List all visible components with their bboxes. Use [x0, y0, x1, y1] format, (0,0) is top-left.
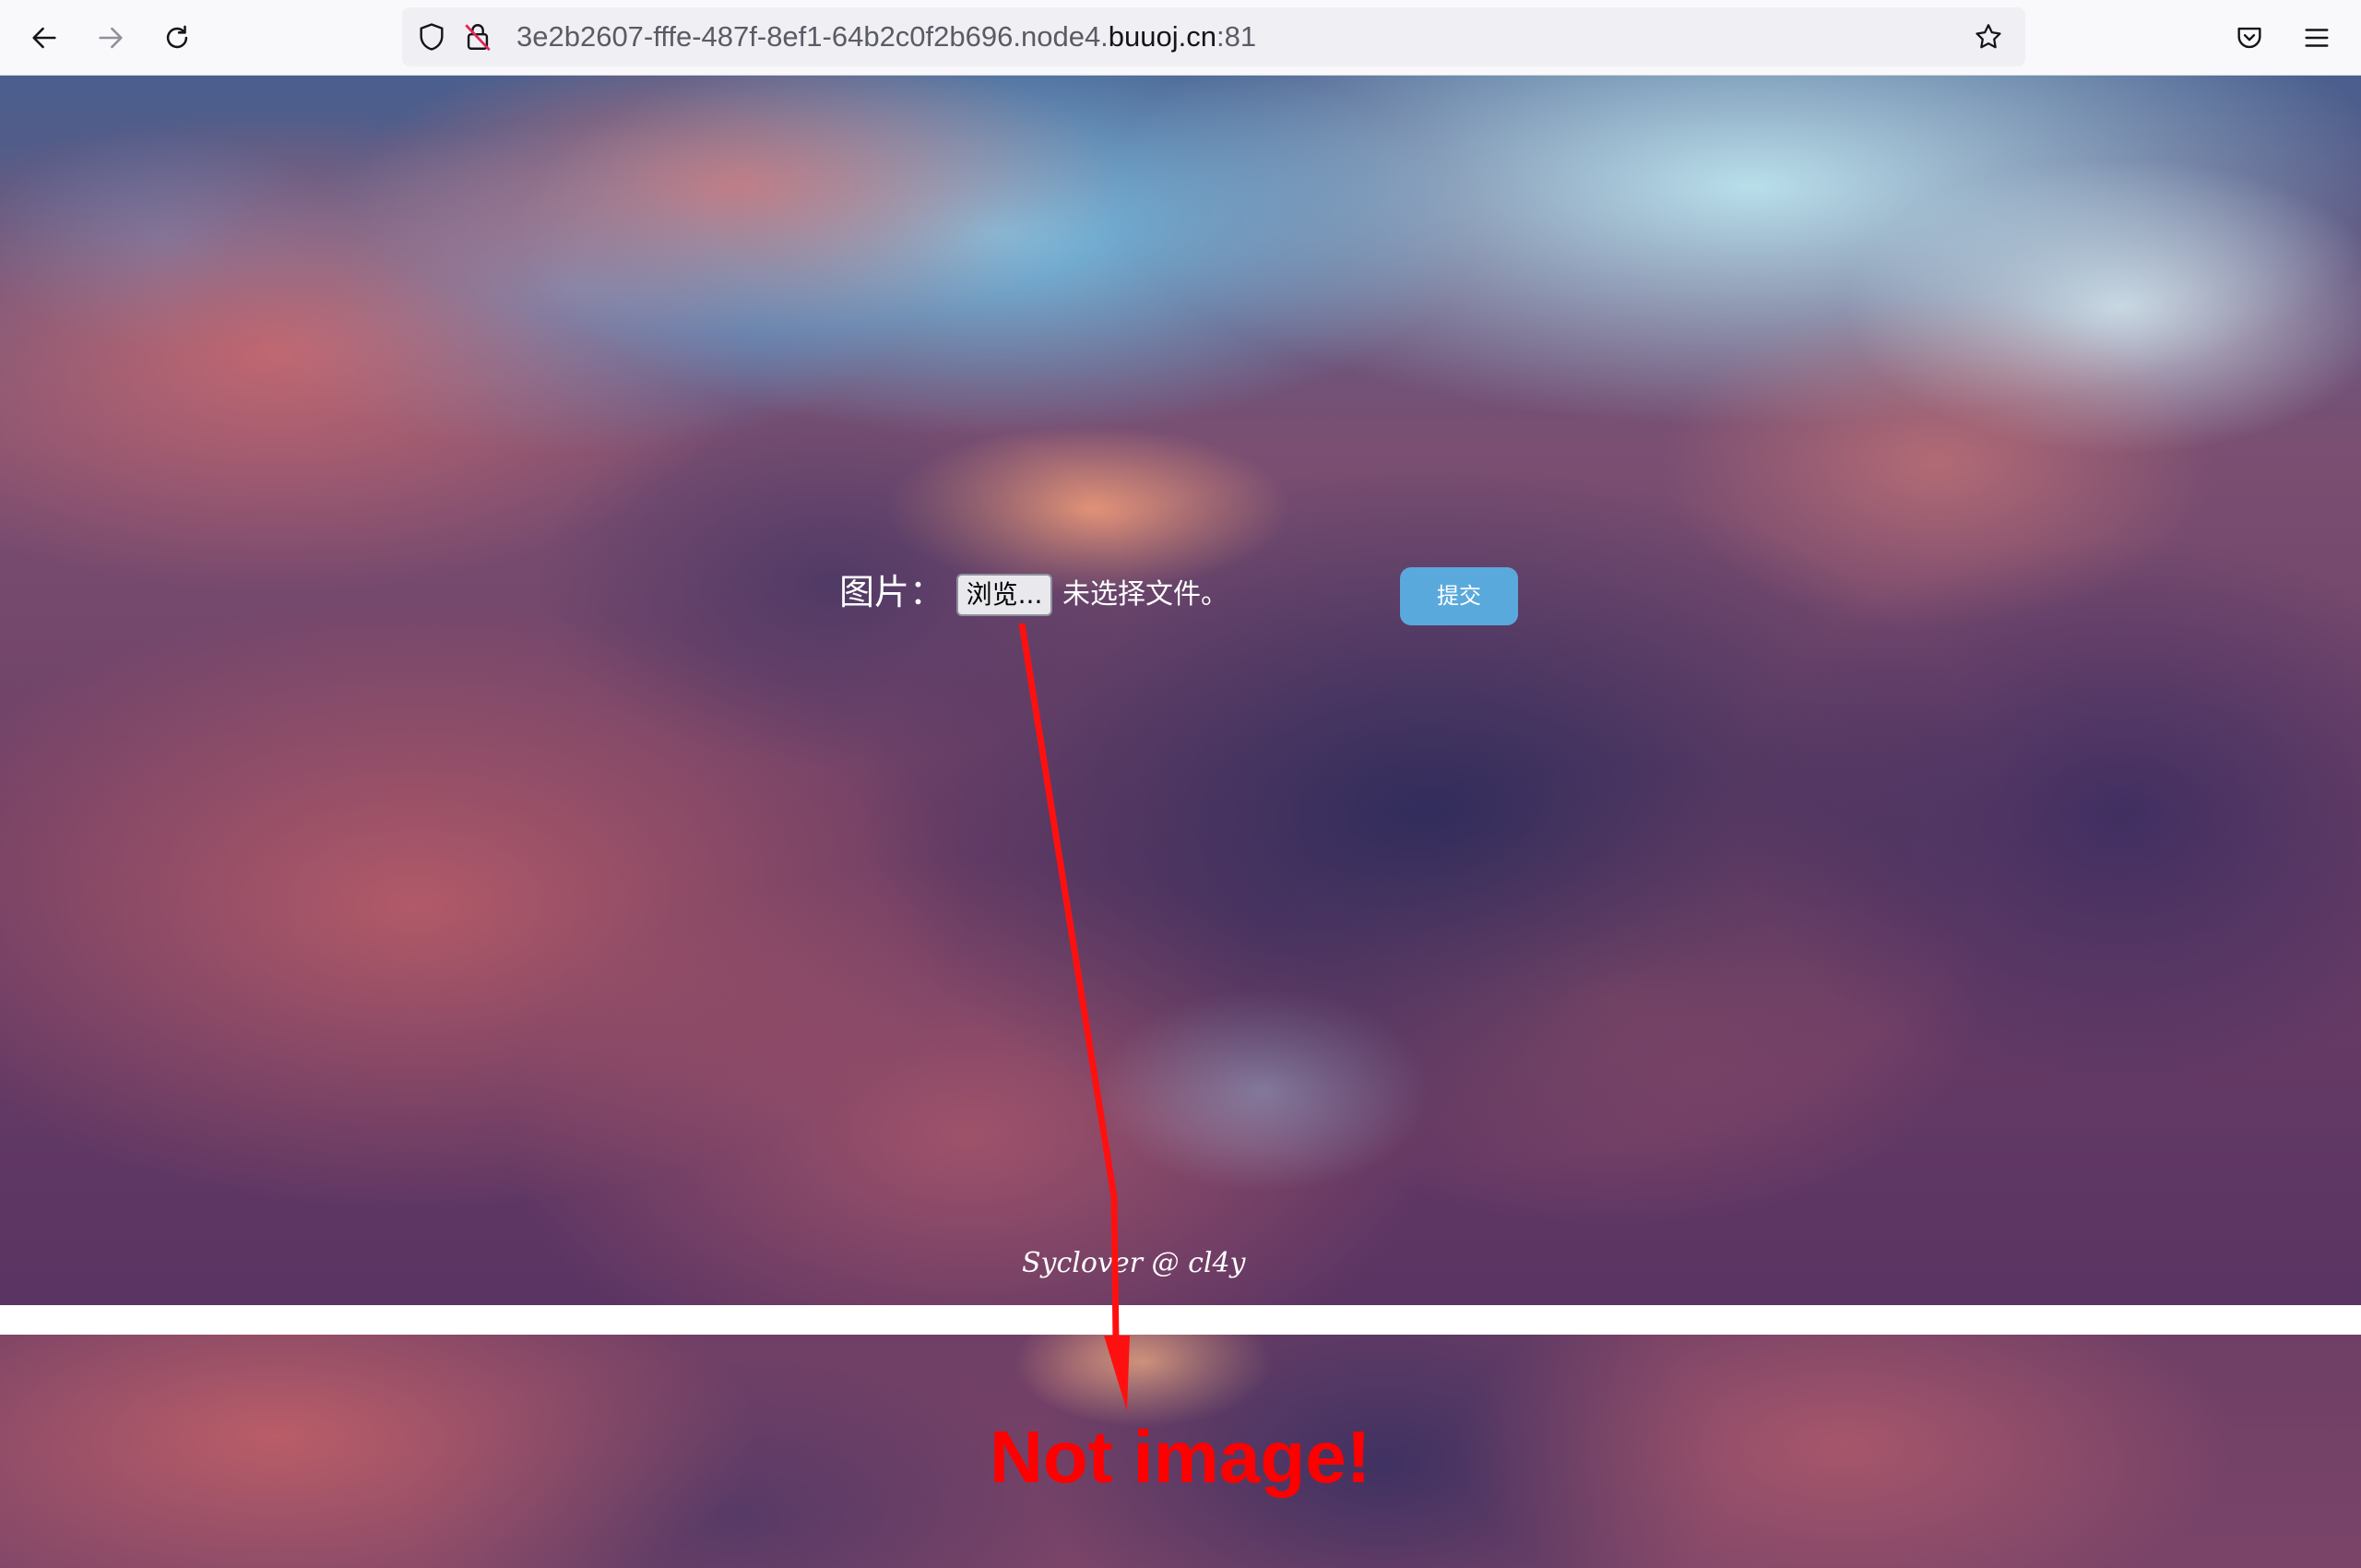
result-message: Not image! [990, 1416, 1371, 1498]
url-port: :81 [1216, 20, 1257, 53]
upload-label: 图片： [839, 572, 945, 612]
submit-button[interactable]: 提交 [1400, 567, 1518, 625]
page-divider [0, 1305, 2361, 1335]
tracking-protection-button[interactable] [415, 20, 448, 53]
star-icon [1975, 24, 2001, 49]
menu-button[interactable] [2294, 15, 2340, 61]
bookmark-button[interactable] [1972, 20, 2005, 53]
pocket-button[interactable] [2226, 15, 2272, 61]
back-arrow-icon [32, 27, 56, 49]
browse-button[interactable]: 浏览... [956, 574, 1052, 616]
address-bar[interactable]: 3e2b2607-fffe-487f-8ef1-64b2c0f2b696.nod… [402, 7, 2025, 66]
url-text[interactable]: 3e2b2607-fffe-487f-8ef1-64b2c0f2b696.nod… [516, 7, 1256, 66]
footer-credit: Syclover @ cl4y [1022, 1247, 1246, 1279]
shield-icon [420, 23, 444, 51]
back-button[interactable] [21, 15, 67, 61]
forward-button[interactable] [88, 15, 134, 61]
hamburger-menu-icon [2305, 29, 2329, 47]
url-domain: buuoj.cn [1108, 20, 1217, 53]
browser-toolbar: 3e2b2607-fffe-487f-8ef1-64b2c0f2b696.nod… [0, 0, 2361, 76]
cloud-background [0, 76, 2361, 1305]
pocket-icon [2237, 27, 2261, 49]
forward-arrow-icon [99, 27, 123, 49]
file-status-text: 未选择文件。 [1062, 578, 1228, 611]
insecure-lock-icon [465, 24, 491, 52]
reload-icon [166, 25, 188, 49]
site-security-button[interactable] [461, 20, 494, 53]
reload-button[interactable] [154, 15, 200, 61]
url-prefix: 3e2b2607-fffe-487f-8ef1-64b2c0f2b696.nod… [516, 20, 1109, 53]
